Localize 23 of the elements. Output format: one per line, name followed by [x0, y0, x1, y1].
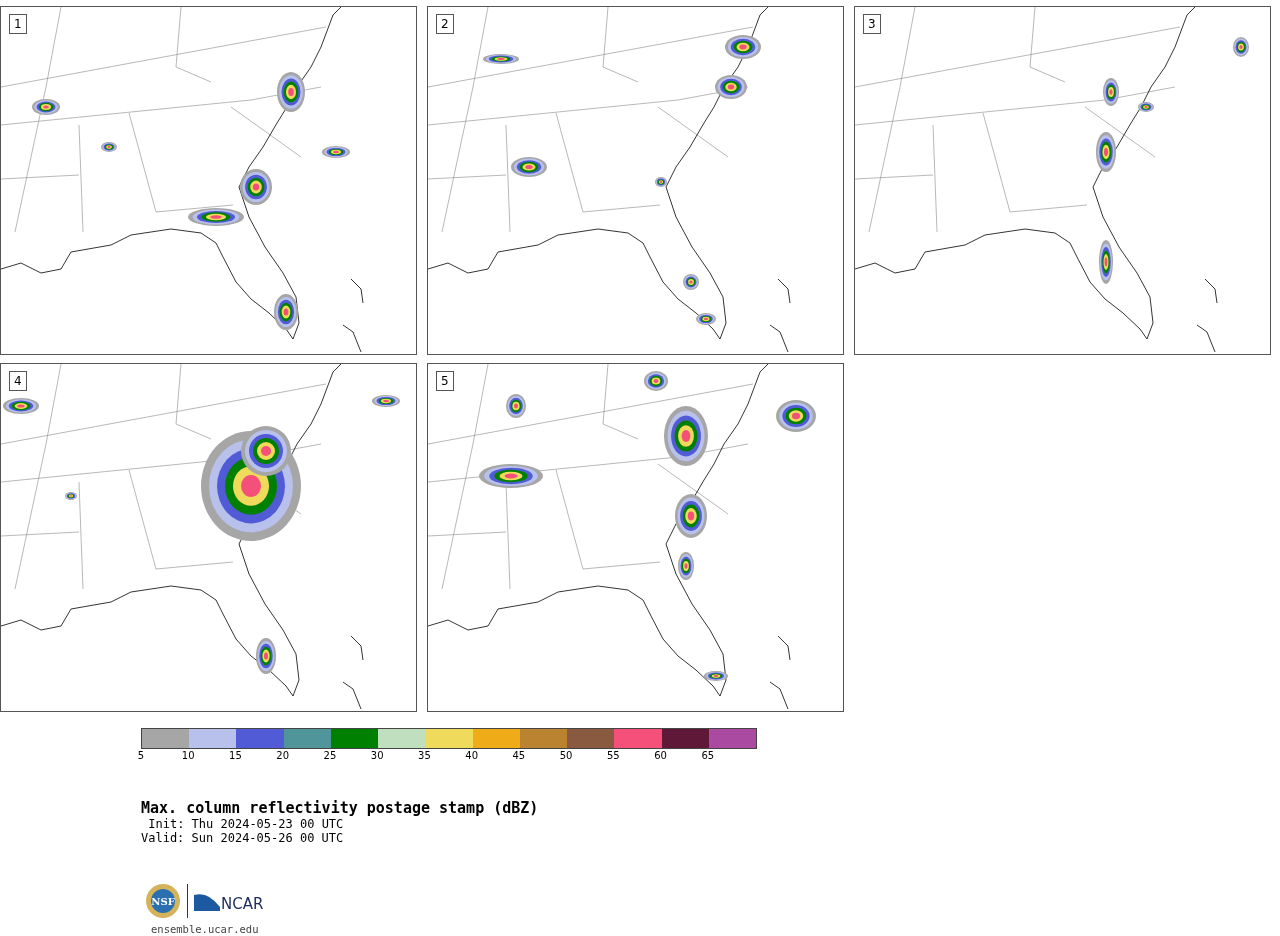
- tick-label: 45: [512, 750, 526, 761]
- tick-label: 60: [654, 750, 667, 761]
- tick-label: 20: [276, 750, 290, 761]
- tick-label: 65: [701, 750, 715, 761]
- website-url: ensemble.ucar.edu: [151, 923, 260, 935]
- tick-label: 50: [559, 750, 573, 761]
- tick-label: 40: [465, 750, 478, 761]
- init-time: Init: Thu 2024-05-23 00 UTC: [147, 817, 345, 831]
- tick-label: 25: [323, 750, 337, 761]
- tick-label: 15: [229, 750, 242, 761]
- tick-label: 30: [370, 750, 384, 761]
- tick-label: 55: [607, 750, 620, 761]
- panel-number: 5: [436, 371, 454, 391]
- tick-label: 10: [181, 750, 195, 761]
- valid-time: Valid: Sun 2024-05-26 00 UTC: [141, 831, 345, 845]
- seal-logo-icon: NSF: [145, 883, 181, 919]
- panel-number: 1: [9, 14, 27, 34]
- panel-number: 2: [436, 14, 454, 34]
- panel-number: 4: [9, 371, 27, 391]
- tick-label: 5: [137, 750, 145, 761]
- tick-label: 35: [418, 750, 431, 761]
- chart-title: Max. column reflectivity postage stamp (dBZ): [141, 799, 540, 817]
- panel-number: 3: [863, 14, 881, 34]
